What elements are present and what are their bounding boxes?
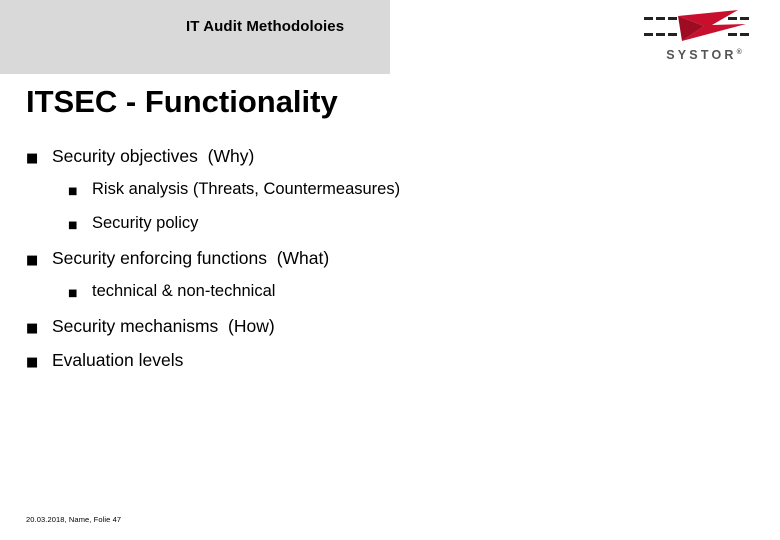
logo-wordmark-text: SYSTOR: [666, 48, 737, 62]
square-bullet-icon: ■: [68, 220, 78, 231]
list-item: ■ Security mechanisms (How): [26, 316, 726, 350]
list-item: ■ Security objectives (Why): [26, 146, 726, 180]
list-item: ■ Security enforcing functions (What): [26, 248, 726, 282]
list-item-label: Risk analysis (Threats, Countermeasures): [92, 180, 401, 198]
list-item-label: Security enforcing functions (What): [52, 248, 330, 268]
header-title: IT Audit Methodoloies: [186, 18, 345, 35]
list-item: ■ technical & non-technical: [26, 282, 726, 316]
list-item-label: Security policy: [92, 214, 199, 232]
square-bullet-icon: ■: [68, 288, 78, 299]
slide-footer: 20.03.2018, Name, Folie 47: [26, 515, 122, 524]
list-item-label: Security objectives (Why): [52, 146, 255, 166]
list-item: ■ Evaluation levels: [26, 350, 726, 384]
list-item: ■ Security policy: [26, 214, 726, 248]
list-item: ■ Risk analysis (Threats, Countermeasure…: [26, 180, 726, 214]
square-bullet-icon: ■: [26, 355, 39, 370]
logo-wordmark: SYSTOR®: [648, 48, 760, 62]
list-item-label: Security mechanisms (How): [52, 316, 275, 336]
square-bullet-icon: ■: [68, 186, 78, 197]
square-bullet-icon: ■: [26, 321, 39, 336]
logo-registered-mark: ®: [736, 48, 742, 56]
bullet-list: ■ Security objectives (Why) ■ Risk analy…: [26, 146, 726, 384]
logo-arrow-icon: [644, 10, 749, 41]
header-band: [0, 0, 390, 74]
square-bullet-icon: ■: [26, 253, 39, 268]
slide: IT Audit Methodoloies SYSTOR® ITSEC - Fu…: [0, 0, 780, 540]
company-logo: SYSTOR®: [642, 8, 762, 70]
list-item-label: Evaluation levels: [52, 350, 184, 370]
square-bullet-icon: ■: [26, 151, 39, 166]
list-item-label: technical & non-technical: [92, 282, 276, 300]
page-title: ITSEC - Functionality: [26, 84, 338, 119]
